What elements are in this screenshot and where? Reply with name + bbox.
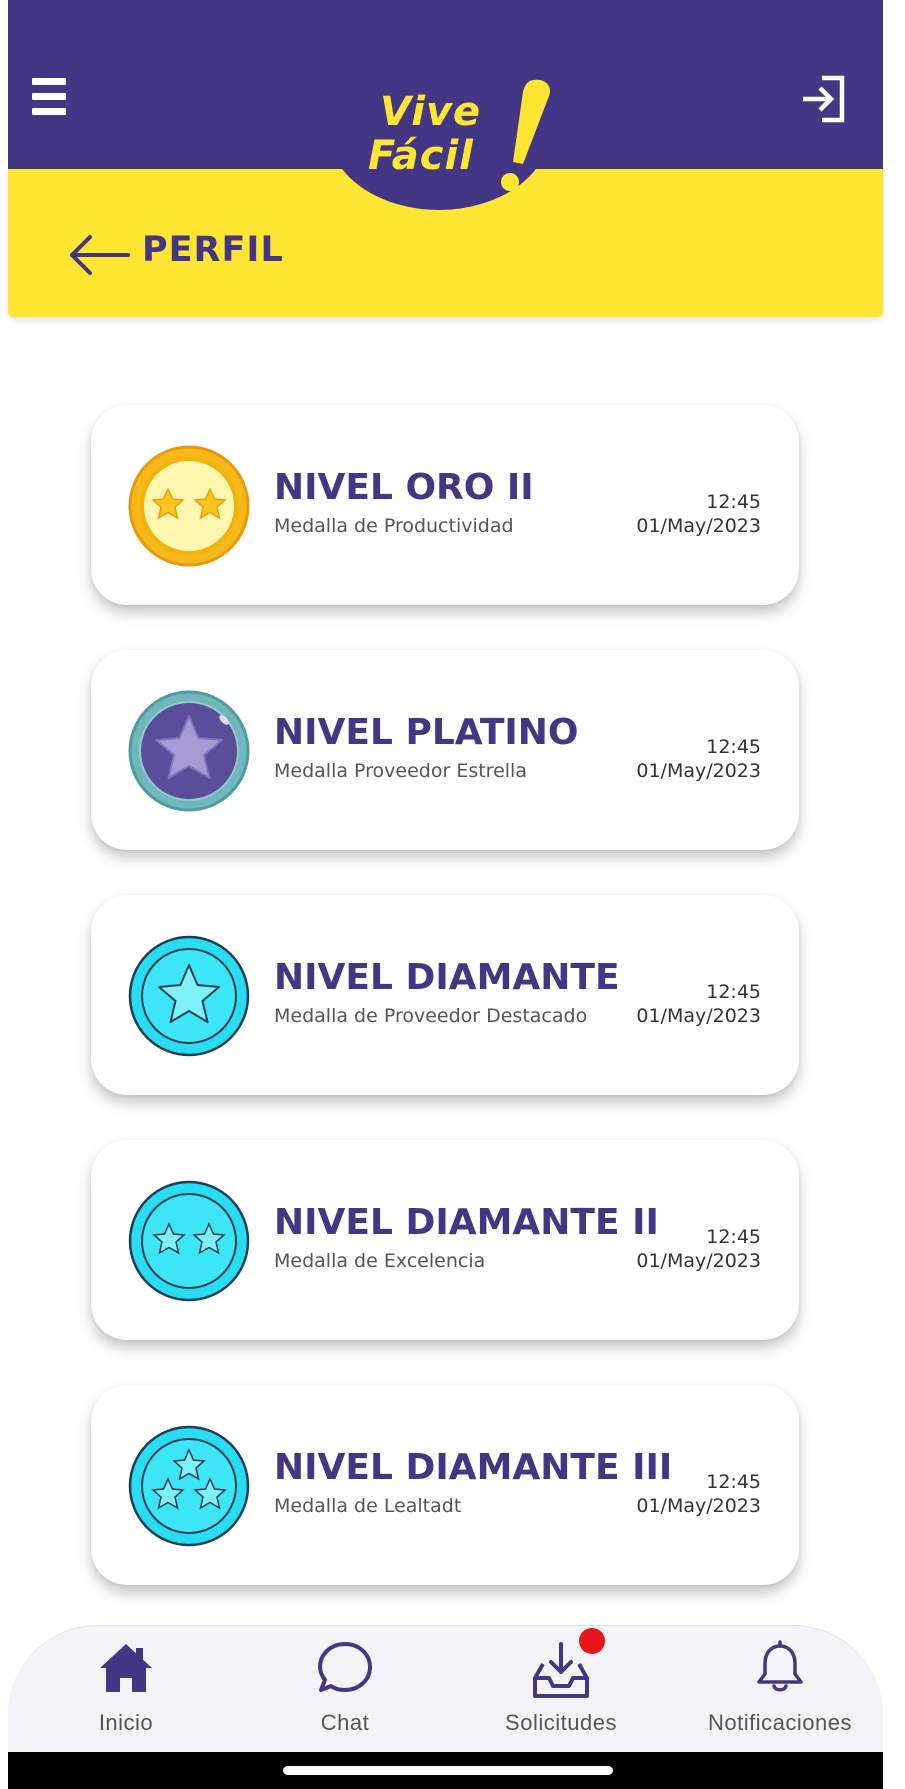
diamond-medal-icon xyxy=(128,1180,250,1302)
medal-time: 12:45 xyxy=(706,981,761,1003)
medal-date: 01/May/2023 xyxy=(636,760,761,782)
nav-item-notificaciones[interactable]: Notificaciones xyxy=(680,1640,880,1750)
medal-subtitle: Medalla de Productividad xyxy=(274,515,514,537)
home-indicator[interactable] xyxy=(283,1766,613,1775)
page-title: PERFIL xyxy=(142,230,284,270)
nav-item-solicitudes[interactable]: Solicitudes xyxy=(461,1628,661,1750)
nav-label: Inicio xyxy=(98,1710,154,1735)
platinum-medal-icon xyxy=(128,690,250,812)
notification-badge xyxy=(579,1628,605,1654)
nav-item-chat[interactable]: Chat xyxy=(245,1640,445,1750)
medal-time: 12:45 xyxy=(706,1226,761,1248)
medal-time: 12:45 xyxy=(706,736,761,758)
back-arrow-icon[interactable] xyxy=(66,228,130,284)
nav-label: Notificaciones xyxy=(708,1710,852,1735)
medal-subtitle: Medalla de Excelencia xyxy=(274,1250,486,1272)
logo-exclamation-icon xyxy=(501,79,551,191)
nav-label: Chat xyxy=(320,1710,370,1735)
vive-facil-logo: Vive Fácil xyxy=(358,78,558,198)
logo-text-line1: Vive xyxy=(380,89,482,135)
hamburger-menu-icon[interactable] xyxy=(32,78,68,118)
medal-card[interactable]: NIVEL PLATINO Medalla Proveedor Estrella… xyxy=(91,650,799,850)
bell-icon xyxy=(757,1640,803,1692)
medal-title: NIVEL ORO II xyxy=(274,467,534,508)
medal-title: NIVEL PLATINO xyxy=(274,712,579,753)
medal-title: NIVEL DIAMANTE III xyxy=(274,1447,673,1488)
chat-icon xyxy=(318,1642,372,1692)
diamond-medal-icon xyxy=(128,935,250,1057)
login-exit-icon[interactable] xyxy=(800,74,850,124)
home-icon xyxy=(100,1644,152,1692)
medal-date: 01/May/2023 xyxy=(636,1005,761,1027)
medal-title: NIVEL DIAMANTE II xyxy=(274,1202,659,1243)
medal-subtitle: Medalla Proveedor Estrella xyxy=(274,760,527,782)
medal-time: 12:45 xyxy=(706,491,761,513)
medal-date: 01/May/2023 xyxy=(636,1250,761,1272)
medal-date: 01/May/2023 xyxy=(636,1495,761,1517)
diamond-medal-icon xyxy=(128,1425,250,1547)
gold-medal-icon xyxy=(128,445,250,567)
medal-card[interactable]: NIVEL DIAMANTE Medalla de Proveedor Dest… xyxy=(91,895,799,1095)
medal-date: 01/May/2023 xyxy=(636,515,761,537)
nav-item-inicio[interactable]: Inicio xyxy=(26,1640,226,1750)
medal-card[interactable]: NIVEL ORO II Medalla de Productividad 12… xyxy=(91,405,799,605)
app-screen: Vive Fácil PERFIL NIVEL ORO II Medalla d… xyxy=(8,0,883,1789)
medal-subtitle: Medalla de Proveedor Destacado xyxy=(274,1005,588,1027)
logo-text-line2: Fácil xyxy=(368,133,474,179)
medal-subtitle: Medalla de Lealtadt xyxy=(274,1495,462,1517)
medal-card[interactable]: NIVEL DIAMANTE III Medalla de Lealtadt 1… xyxy=(91,1385,799,1585)
medal-card[interactable]: NIVEL DIAMANTE II Medalla de Excelencia … xyxy=(91,1140,799,1340)
nav-label: Solicitudes xyxy=(505,1710,617,1735)
medal-time: 12:45 xyxy=(706,1471,761,1493)
medal-title: NIVEL DIAMANTE xyxy=(274,957,620,998)
